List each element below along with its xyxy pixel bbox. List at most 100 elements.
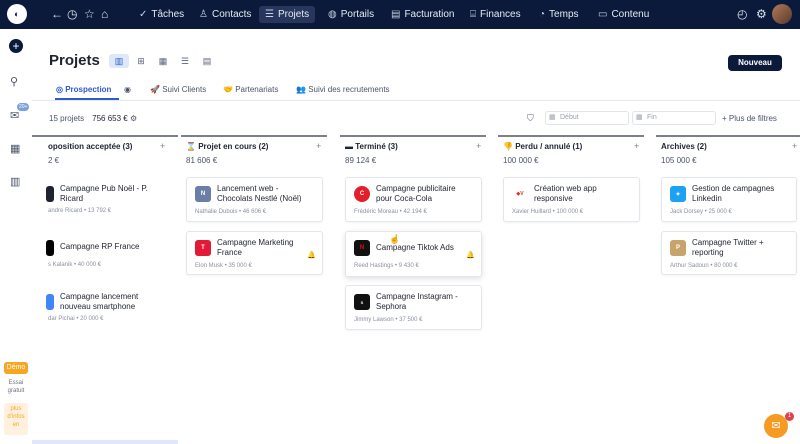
nav-facturation[interactable]: ▤ Facturation bbox=[385, 6, 460, 23]
horizontal-scrollbar[interactable] bbox=[32, 440, 178, 444]
column-title: ⌛ Projet en cours (2) bbox=[186, 142, 268, 151]
tab-label: Prospection bbox=[65, 85, 112, 94]
tab-partenariats[interactable]: 🤝 Partenariats bbox=[223, 85, 278, 94]
nav-label: Temps bbox=[549, 9, 579, 20]
add-card-icon[interactable]: + bbox=[634, 141, 639, 151]
filter-icon[interactable]: ⛉ bbox=[527, 113, 534, 124]
card-subtitle: Arthur Sadoun • 80 000 € bbox=[670, 263, 738, 269]
add-card-icon[interactable]: + bbox=[792, 141, 797, 151]
column-title: Archives (2) bbox=[661, 142, 707, 151]
nav-label: Contacts bbox=[211, 9, 252, 20]
stats-view-button[interactable]: ▤ bbox=[197, 54, 217, 68]
mail-icon[interactable]: ✉ bbox=[10, 109, 19, 122]
card-title: Campagne publicitaire pour Coca-Cola bbox=[376, 184, 456, 203]
bell-icon[interactable]: 🔔 bbox=[307, 251, 316, 259]
chart-icon[interactable]: ▥ bbox=[10, 175, 20, 188]
column-total: 2 € bbox=[48, 156, 60, 165]
kanban-view-button[interactable]: ▥ bbox=[109, 54, 129, 68]
more-filters-button[interactable]: + Plus de filtres bbox=[722, 114, 777, 123]
star-icon[interactable]: ☆ bbox=[84, 7, 95, 21]
company-logo: N bbox=[195, 186, 211, 202]
column-title: oposition acceptée (3) bbox=[48, 142, 133, 151]
company-logo: S bbox=[354, 294, 370, 310]
add-icon[interactable]: + bbox=[9, 39, 23, 53]
home-icon[interactable]: ⌂ bbox=[101, 7, 108, 21]
calendar-icon[interactable]: ▦ bbox=[10, 142, 20, 155]
gear-icon[interactable]: ⚙ bbox=[756, 7, 767, 21]
card-title: Campagne RP France bbox=[60, 242, 140, 251]
project-card[interactable]: Campagne RP France s Kalanik • 40 000 € bbox=[32, 232, 169, 274]
history-icon[interactable]: ◷ bbox=[67, 7, 77, 21]
nav-temps[interactable]: ◔ Temps bbox=[533, 6, 585, 23]
column-title: 👎 Perdu / annulé (1) bbox=[503, 142, 582, 151]
demo-badge[interactable]: Démo bbox=[4, 362, 28, 374]
eye-icon[interactable]: ◉ bbox=[124, 85, 131, 94]
sliders-icon[interactable]: ⚙ bbox=[130, 114, 137, 123]
start-date-input[interactable]: ▦ Début bbox=[545, 111, 629, 125]
tab-label: Suivi Clients bbox=[162, 85, 207, 94]
project-card[interactable]: ✦ Gestion de campagnes Linkedin Jack Dor… bbox=[661, 177, 797, 222]
project-card[interactable]: N Campagne Tiktok Ads Reed Hastings • 9 … bbox=[345, 231, 482, 277]
list-view-button[interactable]: ☰ bbox=[175, 54, 195, 68]
card-subtitle: Jack Dorsey • 25 000 € bbox=[670, 209, 732, 215]
project-card[interactable]: N Lancement web - Chocolats Nestlé (Noël… bbox=[186, 177, 323, 222]
column-total: 100 000 € bbox=[503, 156, 539, 165]
back-arrow-icon[interactable]: ← bbox=[51, 7, 63, 21]
nav-projets[interactable]: ☰ Projets bbox=[259, 6, 316, 23]
clock-icon: ◔ bbox=[539, 9, 546, 20]
search-icon[interactable]: ⚲ bbox=[10, 75, 18, 88]
card-subtitle: Reed Hastings • 9 430 € bbox=[354, 263, 419, 269]
add-card-icon[interactable]: + bbox=[316, 141, 321, 151]
project-card[interactable]: S Campagne Instagram - Sephora Jimmy Law… bbox=[345, 285, 482, 330]
target-icon: ◎ bbox=[56, 85, 66, 94]
bell-icon[interactable]: 🔔 bbox=[466, 251, 475, 259]
page-title: Projets bbox=[49, 52, 100, 69]
add-card-icon[interactable]: + bbox=[160, 141, 165, 151]
project-card[interactable]: Campagne lancement nouveau smartphone da… bbox=[32, 286, 169, 330]
column-title-text: Terminé (3) bbox=[355, 142, 398, 151]
column-divider bbox=[181, 135, 327, 137]
project-card[interactable]: Campagne Pub Noël - P. Ricard andre Rica… bbox=[32, 178, 169, 222]
rocket-icon: 🚀 bbox=[150, 85, 163, 94]
nav-portails[interactable]: ◍ Portails bbox=[322, 6, 380, 23]
folder-icon: ▭ bbox=[598, 9, 608, 20]
tab-prospection[interactable]: ◎ Prospection bbox=[56, 85, 111, 94]
tab-suivi-clients[interactable]: 🚀 Suivi Clients bbox=[150, 85, 206, 94]
document-icon: ▤ bbox=[391, 9, 401, 20]
company-logo: C bbox=[354, 186, 370, 202]
card-title: Campagne Marketing France bbox=[217, 238, 294, 257]
project-card[interactable]: ◆V Création web app responsive Xavier Hu… bbox=[503, 177, 640, 222]
project-count: 15 projets bbox=[49, 114, 85, 123]
project-total-amount: 756 653 € bbox=[92, 114, 128, 123]
grid-view-button[interactable]: ⊞ bbox=[131, 54, 151, 68]
timer-icon[interactable]: ◴ bbox=[737, 7, 747, 21]
end-date-input[interactable]: ▦ Fin bbox=[632, 111, 716, 125]
nav-label: Tâches bbox=[151, 9, 185, 20]
nav-contenu[interactable]: ▭ Contenu bbox=[592, 6, 655, 23]
card-subtitle: Jimmy Lawson • 37 500 € bbox=[354, 317, 423, 323]
tab-suivi-recrutements[interactable]: 👥 Suivi des recrutements bbox=[296, 85, 390, 94]
more-info-link[interactable]: plus d'infos en bbox=[4, 403, 28, 435]
column-divider bbox=[340, 135, 486, 137]
company-logo: ◆V bbox=[512, 186, 528, 202]
card-subtitle: s Kalanik • 40 000 € bbox=[48, 262, 102, 268]
table-view-button[interactable]: ▦ bbox=[153, 54, 173, 68]
tab-divider bbox=[32, 100, 800, 101]
add-card-icon[interactable]: + bbox=[476, 141, 481, 151]
user-avatar[interactable] bbox=[772, 4, 792, 24]
column-divider bbox=[656, 135, 800, 137]
nav-contacts[interactable]: ♙ Contacts bbox=[193, 6, 257, 23]
project-card[interactable]: P Campagne Twitter + reporting Arthur Sa… bbox=[661, 231, 797, 275]
new-project-button[interactable]: Nouveau bbox=[728, 55, 782, 71]
calendar-icon: ▦ bbox=[549, 114, 556, 121]
card-subtitle: dar Pichai • 20 000 € bbox=[48, 316, 104, 322]
nav-finances[interactable]: ⌸ Finances bbox=[464, 6, 527, 23]
bank-icon: ⌸ bbox=[470, 9, 476, 20]
end-date-placeholder: Fin bbox=[647, 114, 657, 121]
chat-badge: 1 bbox=[785, 412, 794, 421]
project-card[interactable]: C Campagne publicitaire pour Coca-Cola F… bbox=[345, 177, 482, 222]
card-title: Création web app responsive bbox=[534, 184, 597, 203]
nav-taches[interactable]: ✓ Tâches bbox=[133, 6, 190, 23]
app-logo[interactable]: ◐ bbox=[7, 4, 27, 24]
project-card[interactable]: T Campagne Marketing France Elon Musk • … bbox=[186, 231, 323, 275]
